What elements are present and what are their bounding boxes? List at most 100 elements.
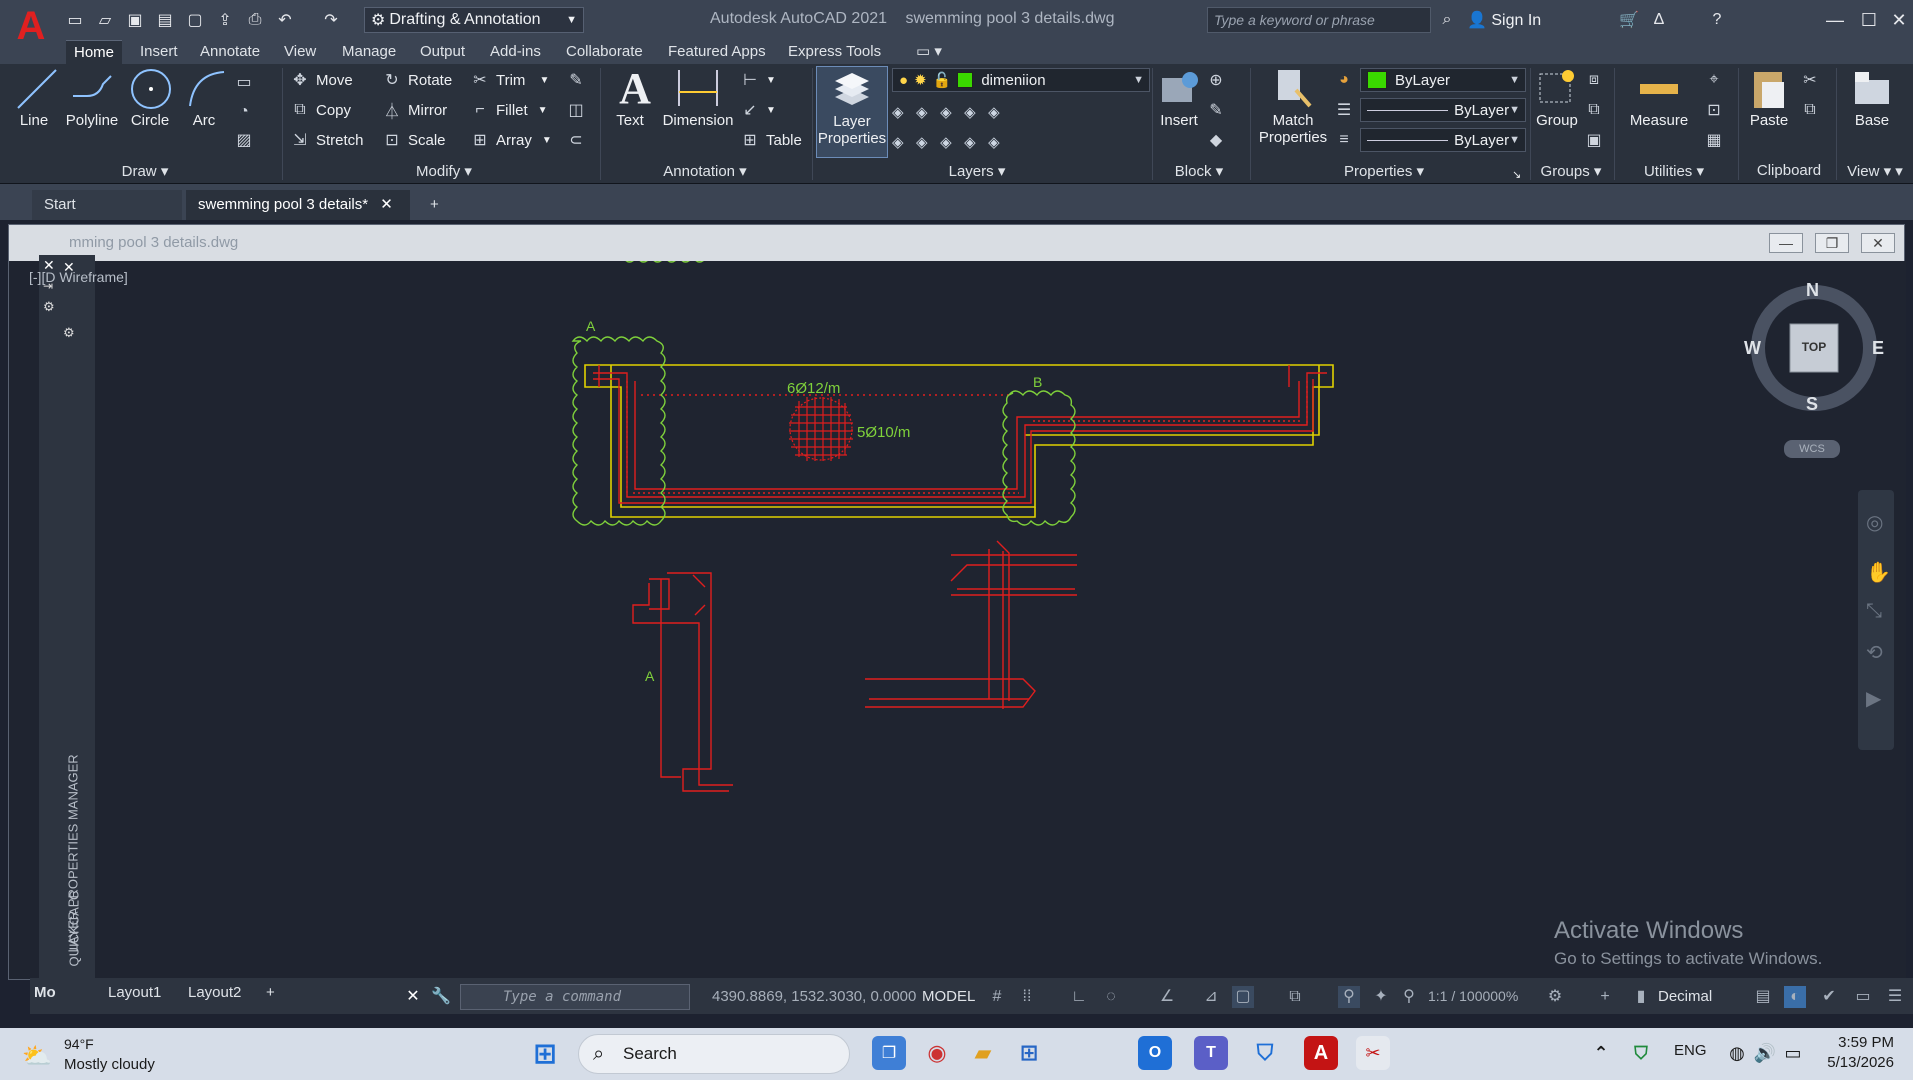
cart-icon[interactable]: 🛒 (1618, 9, 1640, 31)
tab-output[interactable]: Output (412, 40, 473, 64)
block-panel-title[interactable]: Block ▾ (1164, 162, 1234, 182)
tab-layout2[interactable]: Layout2 (188, 984, 241, 1001)
rectangle-icon[interactable]: ▭ (234, 70, 260, 94)
layer-tools-row-2[interactable]: ◈ ◈ ◈ ◈ ◈ (892, 130, 1000, 154)
windows-start-icon[interactable]: ⊞ (528, 1036, 562, 1070)
zoom-extents-icon[interactable]: ⤡ (1866, 600, 1882, 623)
properties-launcher-icon[interactable]: ↘ (1512, 162, 1521, 186)
teams-icon[interactable]: T (1194, 1036, 1228, 1070)
maximize-icon[interactable]: ☐ (1854, 6, 1884, 34)
language-indicator[interactable]: ENG (1674, 1042, 1707, 1059)
view-panel-title[interactable]: View ▾ ▾ (1840, 162, 1910, 182)
showmotion-icon[interactable]: ▶ (1866, 686, 1881, 711)
tab-annotate[interactable]: Annotate (192, 40, 268, 64)
viewcube-north[interactable]: N (1806, 280, 1819, 301)
hardware-acceleration-icon[interactable]: ✔ (1818, 986, 1840, 1008)
coordinates-readout[interactable]: 4390.8869, 1532.3030, 0.0000 (712, 988, 916, 1005)
drawing-close-icon[interactable]: ✕ (1861, 233, 1895, 253)
tab-model[interactable]: Mo (34, 984, 56, 1001)
selection-cycling-icon[interactable]: ⧉ (1284, 986, 1306, 1008)
wcs-menu[interactable]: WCS (1784, 440, 1840, 458)
workspace-selector[interactable]: ⚙ Drafting & Annotation ▼ (364, 7, 584, 33)
tab-addins[interactable]: Add-ins (482, 40, 549, 64)
draw-panel-title[interactable]: Draw ▾ (110, 162, 180, 182)
erase-icon[interactable]: ✎ (566, 68, 592, 92)
color-dropdown[interactable]: ByLayer ▼ (1360, 68, 1526, 92)
lineweight-icon[interactable]: ≡ (1334, 128, 1360, 152)
groups-panel-title[interactable]: Groups ▾ (1536, 162, 1606, 182)
ungroup-icon[interactable]: ⧈ (1584, 68, 1610, 92)
tab-manage[interactable]: Manage (334, 40, 404, 64)
open-folder-icon[interactable]: ▱ (94, 9, 116, 31)
insert-block-button[interactable]: Insert (1156, 66, 1202, 129)
group-select-icon[interactable]: ▣ (1584, 128, 1610, 152)
viewport-controls-label[interactable]: [-][D Wireframe] (29, 269, 128, 285)
annotation-scale-icon[interactable]: ⚲ (1398, 986, 1420, 1008)
close-tab-icon[interactable]: ✕ (380, 196, 393, 213)
cut-icon[interactable]: ✂ (1800, 68, 1826, 92)
linear-dim-icon[interactable]: ⊢ ▼ (740, 68, 776, 92)
tab-layout1[interactable]: Layout1 (108, 984, 161, 1001)
calculator-icon[interactable]: ▦ (1704, 128, 1730, 152)
move-button[interactable]: ✥ Move (290, 68, 352, 92)
offset-icon[interactable]: ⊂ (566, 128, 592, 152)
task-view-icon[interactable]: ❐ (872, 1036, 906, 1070)
viewcube-east[interactable]: E (1872, 338, 1884, 359)
publish-icon[interactable]: ▢ (184, 9, 206, 31)
layer-properties-button[interactable]: Layer Properties (816, 66, 888, 158)
units-icon[interactable]: ▮ (1630, 986, 1652, 1008)
redo-icon[interactable]: ↷ (320, 9, 342, 31)
autocad-taskbar-icon[interactable]: A (1304, 1036, 1338, 1070)
trim-button[interactable]: ✂ Trim ▼ (470, 68, 549, 92)
viewcube-west[interactable]: W (1744, 338, 1761, 359)
ortho-icon[interactable]: ∟ (1068, 986, 1090, 1008)
snap-icon[interactable]: ⁞⁞ (1016, 986, 1038, 1008)
orbit-icon[interactable]: ⟲ (1866, 640, 1883, 665)
system-clock[interactable]: 3:59 PM 5/13/2026 (1820, 1033, 1894, 1073)
copy-button[interactable]: ⧉ Copy (290, 98, 351, 122)
paste-button[interactable]: Paste (1744, 66, 1794, 129)
auto-scale-icon[interactable]: ✦ (1370, 986, 1392, 1008)
snipping-tool-icon[interactable]: ✂ (1356, 1036, 1390, 1070)
tab-insert[interactable]: Insert (132, 40, 186, 64)
annotation-scale-value[interactable]: 1:1 / 100000% (1428, 988, 1518, 1004)
circle-button[interactable]: Circle (128, 66, 172, 129)
text-button[interactable]: A Text (612, 66, 651, 130)
edit-block-icon[interactable]: ✎ (1206, 98, 1232, 122)
clean-screen-icon[interactable]: ▭ (1852, 986, 1874, 1008)
dimension-button[interactable]: Dimension (656, 66, 740, 129)
isolate-objects-icon[interactable]: ◐ (1784, 986, 1806, 1008)
taskbar-search[interactable]: ⌕ Search (578, 1034, 850, 1074)
search-icon[interactable]: ⌕ (1436, 9, 1458, 31)
transparency-icon[interactable]: ▢ (1232, 986, 1254, 1008)
file-explorer-icon[interactable]: ▰ (966, 1036, 1000, 1070)
gradient-icon[interactable]: ▨ (234, 128, 260, 152)
add-icon[interactable]: + (1594, 986, 1616, 1008)
linetype-icon[interactable]: ☰ (1334, 98, 1360, 122)
linetype-dropdown[interactable]: ByLayer ▼ (1360, 98, 1526, 122)
polyline-button[interactable]: Polyline (60, 66, 124, 129)
drawing-restore-icon[interactable]: ❐ (1815, 233, 1849, 253)
measure-button[interactable]: Measure (1626, 66, 1692, 129)
fillet-button[interactable]: ⌐ Fillet ▼ (470, 98, 547, 122)
group-edit-icon[interactable]: ⧉ (1584, 98, 1610, 122)
workspace-gear-icon[interactable]: ⚙ (1544, 986, 1566, 1008)
save-icon[interactable]: ▣ (124, 9, 146, 31)
explode-icon[interactable]: ◫ (566, 98, 592, 122)
command-customize-icon[interactable]: 🔧 (430, 986, 452, 1008)
outlook-icon[interactable]: O (1138, 1036, 1172, 1070)
annotation-visibility-icon[interactable]: ⚲ (1338, 986, 1360, 1008)
drawing-minimize-icon[interactable]: — (1769, 233, 1803, 253)
line-button[interactable]: Line (14, 66, 57, 129)
security-tray-icon[interactable]: ⛉ (1624, 1036, 1658, 1070)
layer-tools-row-1[interactable]: ◈ ◈ ◈ ◈ ◈ (892, 100, 1000, 124)
tab-drawing[interactable]: swemming pool 3 details* ✕ (186, 190, 410, 220)
osnap-tracking-icon[interactable]: ∠ (1156, 986, 1178, 1008)
command-line-input[interactable]: Type a command (460, 984, 690, 1010)
defender-shield-icon[interactable]: ⛉ (1248, 1036, 1282, 1070)
id-point-icon[interactable]: ⌖ (1704, 68, 1730, 92)
tab-view[interactable]: View (276, 40, 324, 64)
mirror-button[interactable]: ⏃ Mirror (382, 98, 447, 122)
quick-properties-icon[interactable]: ▤ (1752, 986, 1774, 1008)
new-tab-icon[interactable]: + (418, 190, 451, 220)
